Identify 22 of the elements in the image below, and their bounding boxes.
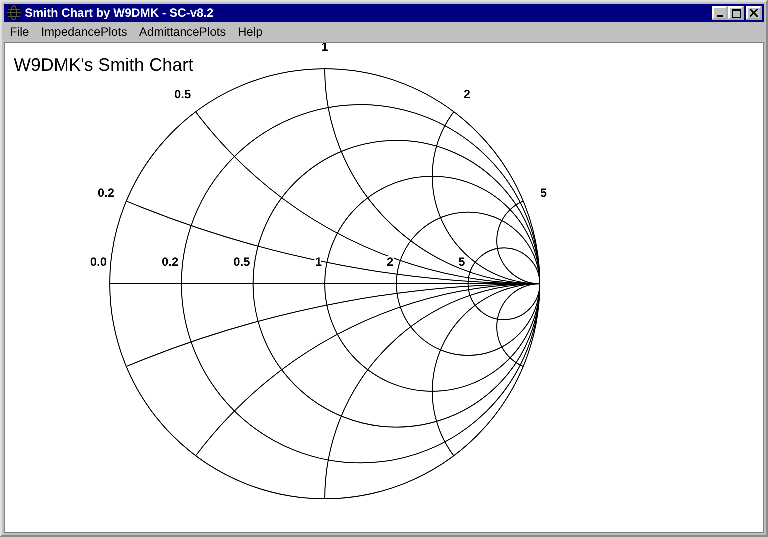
reactance-label: 5 (540, 186, 548, 200)
menu-item[interactable]: File (4, 25, 36, 39)
close-icon (750, 9, 758, 17)
minimize-button[interactable] (712, 6, 728, 20)
resistance-label: 5 (458, 255, 466, 269)
resistance-label: 2 (386, 255, 394, 269)
reactance-label: 2 (464, 87, 471, 102)
maximize-button[interactable] (728, 6, 744, 20)
menu-item[interactable]: ImpedancePlots (35, 25, 134, 39)
globe-icon (6, 5, 22, 21)
maximize-icon (732, 8, 740, 18)
menu-item[interactable]: Help (232, 25, 269, 39)
reactance-label: 0.2 (98, 186, 115, 200)
resistance-label: 0.0 (90, 255, 107, 269)
resistance-label: 0.2 (162, 255, 179, 269)
reactance-label: 0.5 (174, 87, 192, 102)
chart-title: W9DMK's Smith Chart (14, 55, 194, 75)
close-button[interactable] (746, 6, 762, 20)
resistance-label: 0.5 (234, 255, 250, 269)
window-title: Smith Chart by W9DMK - SC-v8.2 (25, 6, 215, 20)
menu-item[interactable]: AdmittancePlots (133, 25, 232, 39)
reactance-label: 1 (322, 43, 328, 54)
